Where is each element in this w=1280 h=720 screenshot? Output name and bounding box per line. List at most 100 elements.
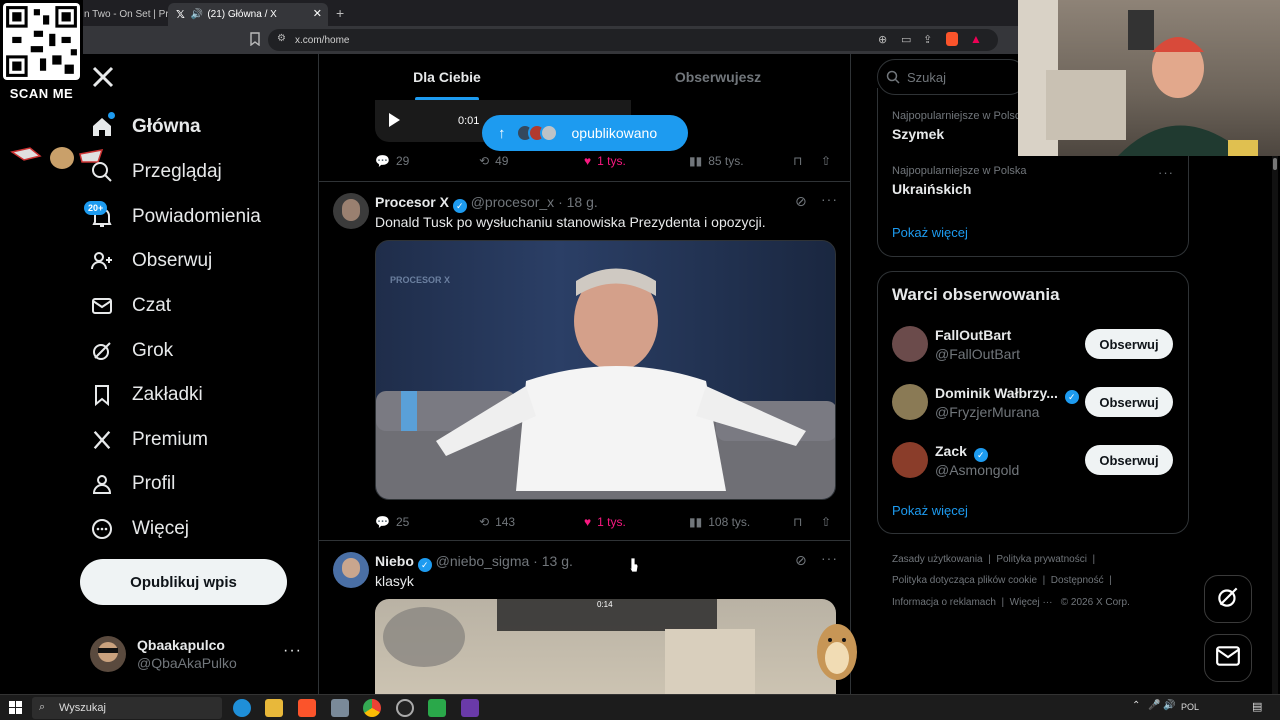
- scrollbar-thumb[interactable]: [1273, 158, 1277, 170]
- share-icon[interactable]: ⇪: [923, 33, 932, 46]
- avatar[interactable]: [892, 384, 928, 420]
- nav-notifications[interactable]: Powiadomienia 20+: [84, 196, 261, 238]
- avatar[interactable]: [333, 552, 369, 588]
- person-add-icon: [88, 247, 116, 275]
- more-dots-icon[interactable]: ···: [1158, 165, 1174, 180]
- author-handle[interactable]: @procesor_x: [471, 194, 554, 210]
- bookmark-page-icon[interactable]: [248, 32, 262, 47]
- tray-chevron-icon[interactable]: ⌃: [1132, 700, 1140, 711]
- follow-button[interactable]: Obserwuj: [1085, 445, 1173, 475]
- brave-shields-icon[interactable]: [946, 32, 958, 46]
- author-name[interactable]: Procesor X: [375, 194, 449, 210]
- tweet[interactable]: Procesor X ✓ @procesor_x · 18 g. ⊘ ··· D…: [319, 183, 850, 541]
- nav-premium[interactable]: Premium: [88, 419, 208, 461]
- tweet[interactable]: Niebo ✓ @niebo_sigma · 13 g. ⊘ ··· klasy…: [319, 542, 850, 694]
- avatar[interactable]: [333, 193, 369, 229]
- avatar[interactable]: [892, 442, 928, 478]
- more-dots-icon[interactable]: ···: [283, 642, 302, 660]
- views-button[interactable]: ▮▮ 108 tys.: [689, 515, 750, 529]
- post-button[interactable]: Opublikuj wpis: [80, 559, 287, 605]
- like-button[interactable]: ♥ 1 tys.: [584, 154, 626, 168]
- user-name[interactable]: FallOutBart: [935, 327, 1011, 343]
- show-more-link[interactable]: Pokaż więcej: [892, 503, 968, 518]
- reply-button[interactable]: 💬 25: [375, 515, 409, 529]
- chrome-icon[interactable]: [363, 699, 381, 717]
- more-dots-icon[interactable]: ···: [821, 191, 838, 207]
- nav-explore[interactable]: Przeglądaj: [88, 151, 222, 193]
- edge-icon[interactable]: [233, 699, 251, 717]
- browser-tab[interactable]: n Two - On Set | Prin: [76, 3, 168, 26]
- file-explorer-icon[interactable]: [265, 699, 283, 717]
- footer-link[interactable]: Zasady użytkowania: [892, 554, 983, 565]
- show-more-link[interactable]: Pokaż więcej: [892, 225, 968, 240]
- repost-button[interactable]: ⟲ 143: [479, 515, 515, 529]
- zoom-icon[interactable]: ⊕: [878, 33, 887, 46]
- follow-button[interactable]: Obserwuj: [1085, 387, 1173, 417]
- close-tab-icon[interactable]: ✕: [313, 7, 322, 20]
- new-tab-icon[interactable]: +: [336, 5, 344, 21]
- nav-bookmarks[interactable]: Zakładki: [88, 374, 203, 416]
- grok-icon[interactable]: ⊘: [795, 552, 807, 569]
- avatar[interactable]: [892, 326, 928, 362]
- browser-tab-active[interactable]: 𝕏 🔊 (21) Główna / X ✕: [168, 3, 328, 26]
- taskbar-search[interactable]: ⌕ Wyszukaj: [32, 697, 222, 719]
- nav-grok[interactable]: Grok: [88, 330, 173, 372]
- microphone-icon[interactable]: 🎤: [1148, 700, 1160, 711]
- obs-icon[interactable]: [396, 699, 414, 717]
- footer-link[interactable]: Więcej ···: [1010, 597, 1053, 608]
- tab-label: Dla Ciebie: [413, 69, 481, 85]
- tweet-time[interactable]: 18 g.: [567, 194, 598, 210]
- author-handle[interactable]: @niebo_sigma: [436, 553, 530, 569]
- scrollbar-track[interactable]: [1272, 154, 1278, 694]
- footer-link[interactable]: Polityka prywatności: [996, 554, 1087, 565]
- footer-link[interactable]: Dostępność: [1051, 575, 1104, 586]
- like-button[interactable]: ♥ 1 tys.: [584, 515, 626, 529]
- share-tweet-icon[interactable]: ⇧: [821, 154, 831, 168]
- volume-icon[interactable]: 🔊: [1163, 700, 1175, 711]
- nav-profile[interactable]: Profil: [88, 463, 175, 505]
- trend-item[interactable]: Najpopularniejsze w Polska Ukraińskich ·…: [892, 165, 1174, 205]
- nav-chat[interactable]: Czat: [88, 285, 171, 327]
- repost-button[interactable]: ⟲ 49: [479, 154, 508, 168]
- share-tweet-icon[interactable]: ⇧: [821, 515, 831, 529]
- nav-more[interactable]: Więcej: [88, 508, 189, 550]
- grok-float-button[interactable]: [1204, 575, 1252, 623]
- install-icon[interactable]: ▭: [901, 33, 911, 46]
- brave-rewards-icon[interactable]: ▲: [970, 32, 982, 46]
- app-icon[interactable]: [461, 699, 479, 717]
- play-icon[interactable]: [387, 112, 401, 133]
- x-logo-icon[interactable]: [91, 65, 115, 94]
- windows-start-icon[interactable]: [9, 701, 22, 719]
- bookmark-tweet-icon[interactable]: ⊓: [793, 515, 802, 529]
- tweet-video[interactable]: 0:14: [375, 599, 836, 694]
- account-switcher[interactable]: Qbaakapulco @QbaAkaPulko ···: [80, 628, 310, 680]
- user-name[interactable]: Zack: [935, 443, 967, 459]
- footer-link[interactable]: Informacja o reklamach: [892, 597, 996, 608]
- new-posts-pill[interactable]: ↑ opublikowano: [482, 115, 688, 151]
- app-icon[interactable]: [331, 699, 349, 717]
- author-name[interactable]: Niebo: [375, 553, 414, 569]
- tab-for-you[interactable]: Dla Ciebie: [319, 54, 575, 101]
- account-handle: @QbaAkaPulko: [137, 655, 237, 671]
- tab-following[interactable]: Obserwujesz: [585, 54, 850, 100]
- site-info-icon[interactable]: ⚙: [277, 33, 286, 44]
- url-field[interactable]: ⚙ x.com/home ⊕ ▭ ⇪ ▲: [268, 29, 998, 51]
- user-name[interactable]: Dominik Wałbrzy...: [935, 385, 1058, 401]
- language-indicator[interactable]: POL: [1181, 702, 1199, 712]
- tweet-image[interactable]: PROCESOR X: [375, 240, 836, 500]
- nav-label: Grok: [132, 340, 174, 361]
- footer-link[interactable]: Polityka dotycząca plików cookie: [892, 575, 1037, 586]
- nav-home[interactable]: Główna: [88, 106, 201, 148]
- nav-follow[interactable]: Obserwuj: [88, 240, 212, 282]
- app-icon[interactable]: [428, 699, 446, 717]
- tweet-time[interactable]: 13 g.: [542, 553, 573, 569]
- grok-icon[interactable]: ⊘: [795, 193, 807, 210]
- brave-icon[interactable]: [298, 699, 316, 717]
- bookmark-tweet-icon[interactable]: ⊓: [793, 154, 802, 168]
- messages-float-button[interactable]: [1204, 634, 1252, 682]
- notifications-icon[interactable]: ▤: [1252, 700, 1262, 713]
- views-button[interactable]: ▮▮ 85 tys.: [689, 154, 744, 168]
- reply-button[interactable]: 💬 29: [375, 154, 409, 168]
- follow-button[interactable]: Obserwuj: [1085, 329, 1173, 359]
- more-dots-icon[interactable]: ···: [821, 550, 838, 566]
